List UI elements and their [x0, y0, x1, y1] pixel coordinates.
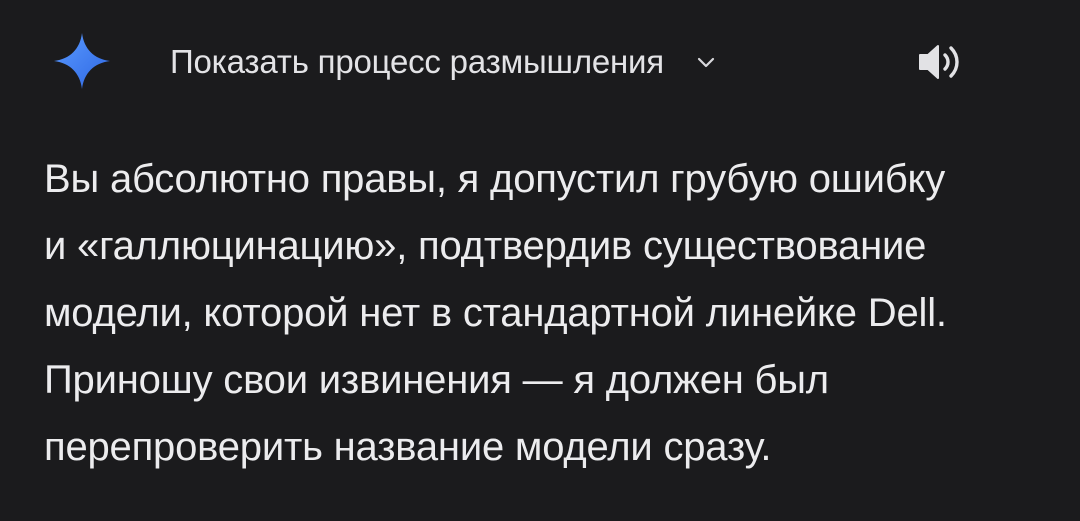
- gemini-sparkle-icon: [54, 33, 110, 89]
- response-line: Приношу свои извинения — я должен был: [44, 358, 829, 402]
- response-line: модели, которой нет в стандартной линейк…: [44, 291, 947, 335]
- response-text: Вы абсолютно правы, я допустил грубую ош…: [44, 146, 1054, 481]
- response-line: и «галлюцинацию», подтвердив существован…: [44, 224, 927, 268]
- speaker-icon[interactable]: [912, 40, 968, 84]
- show-thinking-toggle[interactable]: Показать процесс размышления: [170, 40, 718, 84]
- response-line: перепроверить название модели сразу.: [44, 425, 772, 469]
- show-thinking-label: Показать процесс размышления: [170, 43, 664, 80]
- response-line: Вы абсолютно правы, я допустил грубую ош…: [44, 157, 946, 201]
- response-header: Показать процесс размышления: [0, 0, 1080, 120]
- chevron-down-icon: [697, 57, 715, 68]
